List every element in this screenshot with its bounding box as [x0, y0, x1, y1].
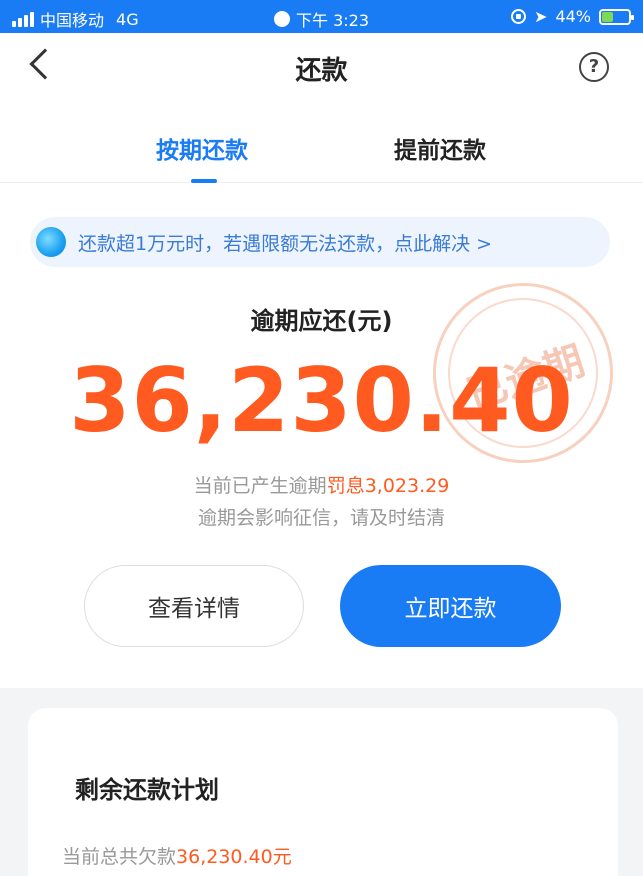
page-title: 还款 [295, 56, 348, 86]
location-icon: ➤ [534, 7, 548, 26]
total-debt-line: 当前总共欠款36,230.40元 [62, 842, 292, 869]
tab-scheduled-repayment[interactable]: 按期还款 [156, 131, 248, 165]
status-bar: 中国移动 4G 下午 3:23 ➤ 44% [0, 0, 643, 33]
penalty-value: 罚息3,023.29 [326, 475, 450, 497]
credit-warning: 逾期会影响征信，请及时结清 [197, 507, 445, 529]
main-panel: 还款 ? 按期还款 提前还款 还款超1万元时，若遇限额无法还款，点此解决 > 已… [0, 33, 643, 688]
battery-fill [602, 11, 614, 22]
limit-notice-banner[interactable]: 还款超1万元时，若遇限额无法还款，点此解决 > [30, 217, 610, 267]
overdue-amount: 36,230.40 [69, 349, 574, 452]
remaining-plan-card[interactable]: 剩余还款计划 当前总共欠款36,230.40元 [28, 708, 618, 876]
orientation-lock-icon [511, 9, 527, 24]
clock: 下午 3:23 [295, 11, 370, 30]
overdue-amount-label: 逾期应还(元) [250, 307, 393, 335]
notice-text: 还款超1万元时，若遇限额无法还款，点此解决 > [78, 232, 493, 255]
active-tab-indicator [191, 179, 217, 183]
status-right: ➤ 44% [511, 7, 634, 26]
debt-value: 36,230.40元 [176, 846, 292, 868]
notice-icon [36, 227, 66, 257]
tab-bar: 按期还款 提前还款 [0, 123, 643, 183]
battery-percent: 44% [555, 7, 591, 26]
plan-title: 剩余还款计划 [75, 776, 219, 804]
nav-bar: 还款 ? [0, 33, 643, 101]
help-icon[interactable]: ? [579, 52, 609, 82]
pay-now-button[interactable]: 立即还款 [340, 565, 561, 647]
view-details-button[interactable]: 查看详情 [84, 565, 304, 647]
penalty-prefix: 当前已产生逾期 [193, 475, 327, 497]
debt-prefix: 当前总共欠款 [62, 846, 177, 868]
battery-icon [599, 8, 634, 25]
tab-early-repayment[interactable]: 提前还款 [394, 131, 486, 165]
app-indicator-icon [273, 11, 290, 27]
penalty-line: 当前已产生逾期罚息3,023.29 [0, 471, 643, 498]
